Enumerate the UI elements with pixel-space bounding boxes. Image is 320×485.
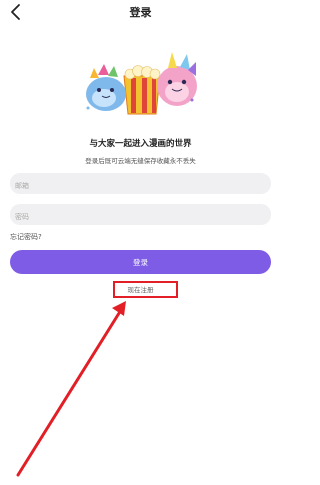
- password-field[interactable]: [10, 204, 271, 228]
- annotation-highlight-box: [113, 281, 178, 298]
- header-bar: 登录: [0, 0, 281, 24]
- login-button[interactable]: 登录: [10, 250, 271, 274]
- page-title: 登录: [129, 6, 152, 19]
- password-input[interactable]: [10, 206, 271, 228]
- subtitle-text: 登录后既可云端无缝保存收藏永不丢失: [85, 157, 196, 165]
- slogan-text: 与大家一起进入漫画的世界: [89, 139, 192, 149]
- forgot-password-link[interactable]: 忘记密码?: [10, 232, 42, 242]
- mascot-illustration: [86, 52, 197, 115]
- email-input[interactable]: [10, 175, 271, 197]
- email-field[interactable]: [10, 173, 271, 197]
